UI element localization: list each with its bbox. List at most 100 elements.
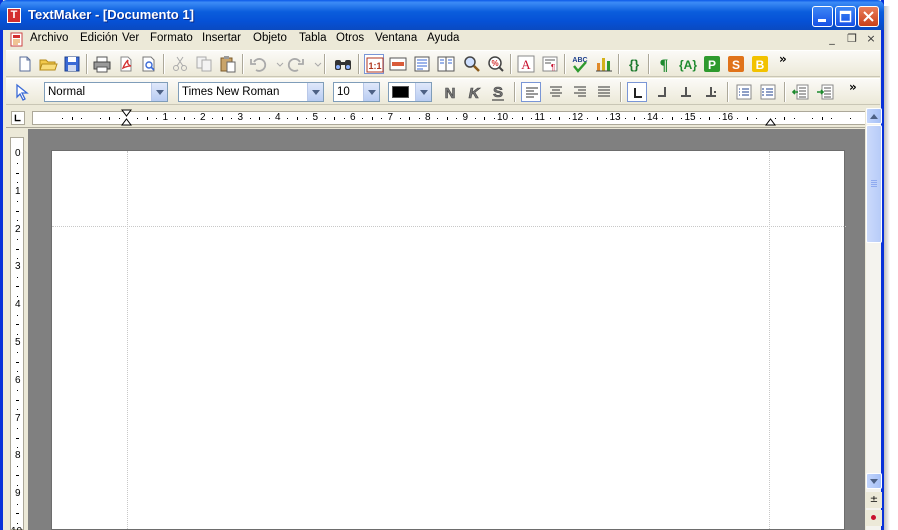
chart-icon	[596, 58, 612, 72]
menu-objeto[interactable]: Objeto	[253, 32, 287, 44]
menu-otros[interactable]: Otros	[336, 32, 364, 44]
menu-formato[interactable]: Formato	[150, 32, 193, 44]
increase-indent-button[interactable]	[816, 82, 836, 102]
show-marks-button[interactable]: ¶	[654, 54, 674, 74]
vertical-ruler-strip[interactable]: 0 1 2 3 4 5 6 7 8 9 10	[10, 137, 24, 530]
document-workspace[interactable]	[28, 129, 865, 530]
vertical-ruler[interactable]: 0 1 2 3 4 5 6 7 8 9 10	[6, 129, 28, 530]
cut-button[interactable]	[170, 54, 190, 74]
chevron-down-icon[interactable]	[307, 83, 323, 101]
align-left-button[interactable]	[521, 82, 541, 102]
document-minimize-button[interactable]: _	[825, 32, 839, 46]
find-button[interactable]	[333, 54, 353, 74]
browse-object-button[interactable]	[866, 510, 882, 526]
scroll-down-button[interactable]	[866, 473, 882, 489]
planmaker-icon: S	[728, 56, 744, 72]
tab-center-button[interactable]	[676, 82, 696, 102]
copy-button[interactable]	[194, 54, 214, 74]
open-button[interactable]	[38, 54, 58, 74]
presentations-button[interactable]: P	[702, 54, 722, 74]
planmaker-button[interactable]: S	[726, 54, 746, 74]
ruler-strip[interactable]: 1 2 3 4 5 6 7 8 9 10 11 12 13 14 15 16	[32, 109, 866, 127]
chevron-down-icon[interactable]	[363, 83, 379, 101]
field-button[interactable]: {}	[624, 54, 644, 74]
menu-ver[interactable]: Ver	[122, 32, 139, 44]
redo-dropdown[interactable]	[308, 54, 322, 74]
bullet-list-button[interactable]	[734, 82, 754, 102]
title-bar[interactable]: T TextMaker - [Documento 1]	[0, 0, 884, 30]
export-pdf-button[interactable]	[116, 54, 136, 74]
underline-button[interactable]: S	[488, 82, 508, 102]
undo-button[interactable]	[248, 54, 268, 74]
font-family-select[interactable]: Times New Roman	[178, 82, 324, 102]
field-brackets-button[interactable]: {A}	[678, 54, 698, 74]
view-outline-icon	[389, 57, 407, 71]
tab-type-button[interactable]	[11, 111, 25, 125]
print-button[interactable]	[92, 54, 112, 74]
chevron-down-icon[interactable]	[415, 83, 431, 101]
menu-tabla[interactable]: Tabla	[299, 32, 327, 44]
view-outline-button[interactable]	[388, 54, 408, 74]
minimize-button[interactable]	[812, 6, 833, 27]
scroll-thumb[interactable]	[866, 125, 882, 243]
textmaker-app-icon[interactable]: T	[7, 8, 21, 23]
previous-page-button[interactable]: ±	[866, 492, 882, 508]
ruler-tick	[184, 117, 186, 120]
menu-ayuda[interactable]: Ayuda	[427, 32, 459, 44]
text-frame-button[interactable]: A	[516, 54, 536, 74]
bold-button[interactable]: N	[440, 82, 460, 102]
document-close-button[interactable]: ×	[864, 32, 878, 46]
paragraph-style-select[interactable]: Normal	[44, 82, 168, 102]
menu-edicion[interactable]: Edición	[80, 32, 118, 44]
align-justify-button[interactable]	[594, 82, 614, 102]
tab-right-button[interactable]	[652, 82, 672, 102]
document-system-icon[interactable]	[10, 32, 24, 47]
text-color-select[interactable]	[388, 82, 432, 102]
undo-dropdown[interactable]	[270, 54, 284, 74]
redo-button[interactable]	[286, 54, 306, 74]
tab-left-button[interactable]	[627, 82, 647, 102]
paragraph-style-button[interactable]: ¶	[540, 54, 560, 74]
italic-button[interactable]: K	[464, 82, 484, 102]
text-color-swatch	[392, 86, 409, 98]
zoom-button[interactable]	[462, 54, 482, 74]
menu-archivo[interactable]: Archivo	[30, 32, 68, 44]
ruler-dot	[381, 118, 383, 119]
document-restore-button[interactable]: ❐	[845, 32, 859, 46]
ruler-number: 10	[497, 112, 509, 123]
align-center-button[interactable]	[546, 82, 566, 102]
menu-ventana[interactable]: Ventana	[375, 32, 417, 44]
scroll-up-button[interactable]	[866, 108, 882, 124]
select-object-button[interactable]	[12, 82, 32, 102]
new-document-button[interactable]	[15, 54, 35, 74]
chart-button[interactable]	[594, 54, 614, 74]
vertical-ruler-tick	[16, 475, 19, 477]
toolbar-overflow-button[interactable]: »	[779, 52, 787, 66]
toolbar-separator	[648, 54, 650, 74]
print-preview-button[interactable]	[139, 54, 159, 74]
right-indent-marker[interactable]	[765, 114, 777, 126]
zoom-percent-button[interactable]: %	[486, 54, 506, 74]
toolbar-overflow-button[interactable]: »	[849, 80, 857, 94]
vertical-scrollbar[interactable]: ±	[865, 108, 882, 530]
view-page-button[interactable]	[412, 54, 432, 74]
save-button[interactable]	[62, 54, 82, 74]
view-normal-button[interactable]: 1:1	[364, 54, 384, 74]
chevron-down-icon[interactable]	[151, 83, 167, 101]
tab-decimal-button[interactable]	[701, 82, 721, 102]
document-page[interactable]	[51, 150, 846, 530]
paste-button[interactable]	[218, 54, 238, 74]
font-size-select[interactable]: 10	[333, 82, 380, 102]
view-master-button[interactable]	[436, 54, 456, 74]
decrease-indent-button[interactable]	[791, 82, 811, 102]
horizontal-ruler[interactable]: 1 2 3 4 5 6 7 8 9 10 11 12 13 14 15 16	[6, 108, 866, 128]
menu-insertar[interactable]: Insertar	[202, 32, 241, 44]
numbered-list-button[interactable]	[758, 82, 778, 102]
maximize-button[interactable]	[835, 6, 856, 27]
basicmaker-button[interactable]: B	[750, 54, 770, 74]
align-right-button[interactable]	[570, 82, 590, 102]
spellcheck-button[interactable]: ABC	[570, 54, 590, 74]
first-line-indent-marker[interactable]	[121, 109, 133, 127]
close-button[interactable]	[858, 6, 879, 27]
toolbar-separator	[86, 54, 88, 74]
